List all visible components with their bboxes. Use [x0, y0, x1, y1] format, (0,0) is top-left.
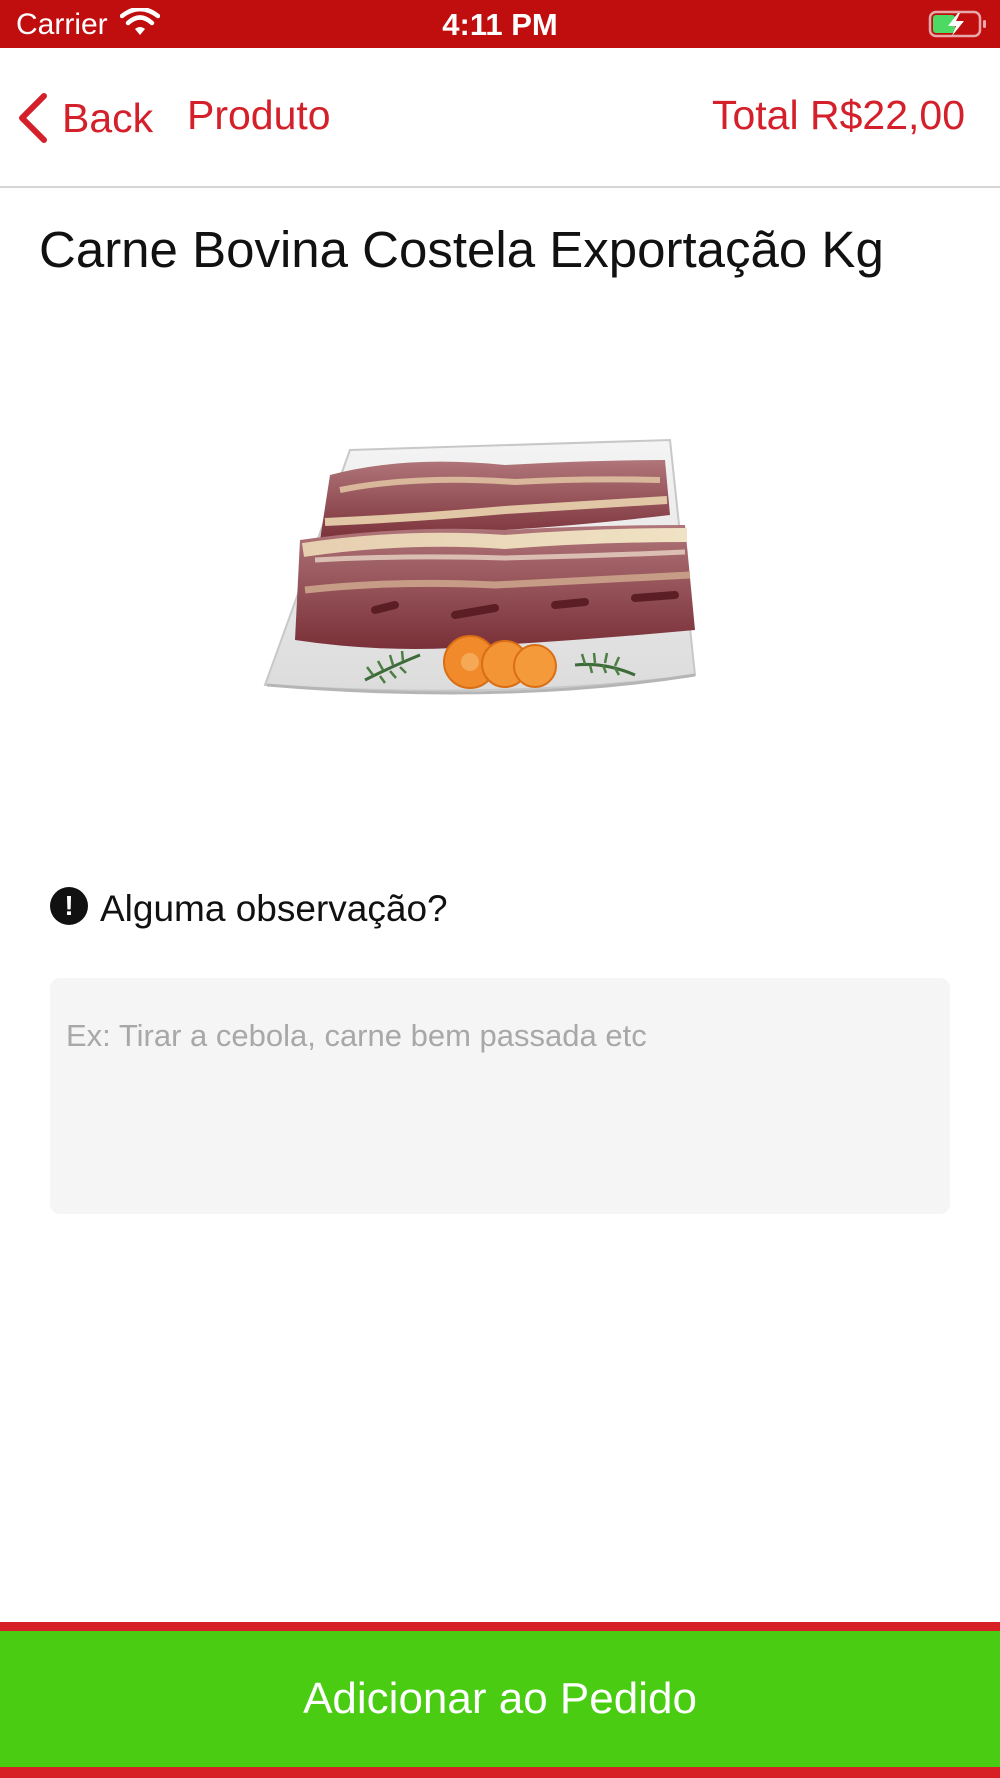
beef-ribs-product-image	[263, 438, 697, 695]
product-title: Carne Bovina Costela Exportação Kg	[39, 221, 884, 278]
observation-input[interactable]	[50, 978, 950, 1214]
add-to-order-button[interactable]: Adicionar ao Pedido	[0, 1631, 1000, 1767]
status-bar: Carrier 4:11 PM	[0, 0, 1000, 48]
product-screen: Carrier 4:11 PM Back Produto Total R$22,…	[0, 0, 1000, 1778]
observation-label: Alguma observação?	[100, 888, 448, 929]
back-button[interactable]: Back	[16, 88, 153, 148]
order-total: Total R$22,00	[711, 92, 965, 138]
back-label: Back	[62, 94, 154, 141]
alert-icon: !	[50, 887, 88, 925]
navigation-bar: Back Produto Total R$22,00	[0, 48, 1000, 188]
observation-label-row: ! Alguma observação?	[50, 887, 448, 930]
status-time: 4:11 PM	[442, 7, 558, 42]
chevron-left-icon	[19, 93, 47, 143]
page-title: Produto	[187, 92, 331, 138]
battery-charging-icon	[928, 10, 986, 38]
add-to-order-bar: Adicionar ao Pedido	[0, 1622, 1000, 1778]
